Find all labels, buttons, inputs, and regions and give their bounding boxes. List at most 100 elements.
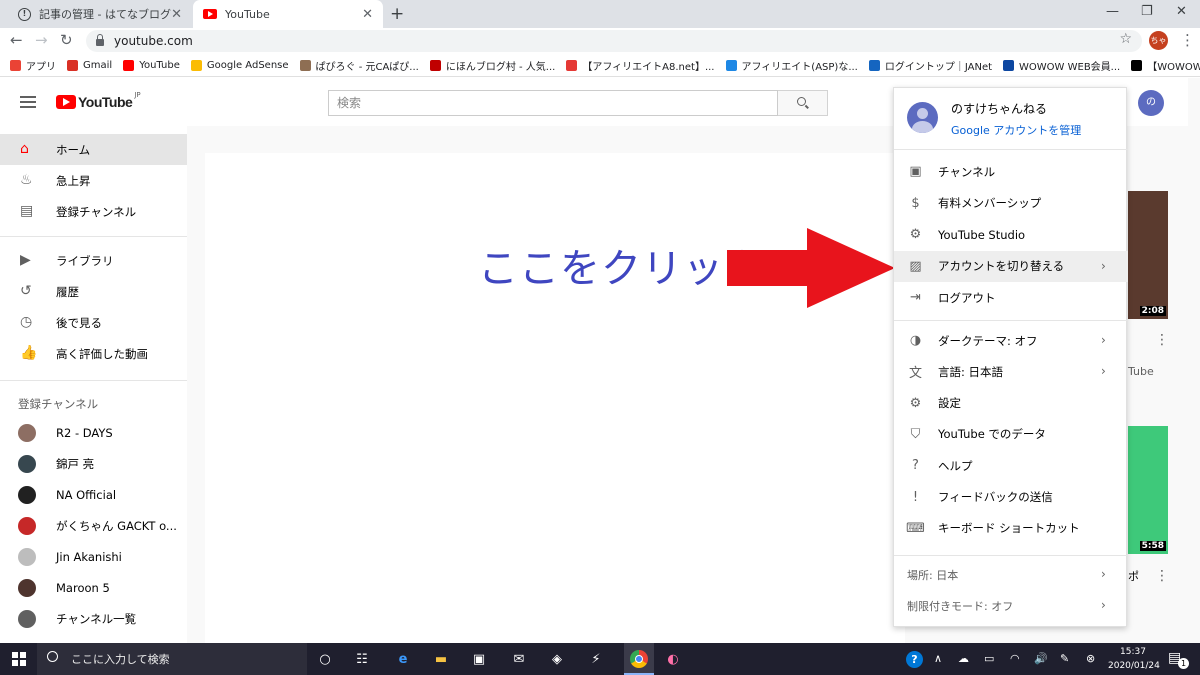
bookmark-label: YouTube [139, 60, 180, 71]
new-tab-icon[interactable]: + [390, 4, 404, 24]
sidebar-item[interactable]: 錦戸 亮 [0, 448, 187, 479]
forward-icon[interactable]: → [35, 31, 48, 49]
bookmark-item[interactable]: にほんブログ村 - 人気... [429, 58, 555, 73]
volume-icon[interactable]: 🔊 [1034, 652, 1048, 665]
video-thumbnail[interactable]: 2:08 [1128, 191, 1168, 319]
pen-icon[interactable]: ✎ [1060, 652, 1069, 665]
windows-start-icon[interactable] [10, 650, 28, 668]
search-icon [47, 651, 58, 662]
bookmark-item[interactable]: アプリ [10, 58, 56, 73]
sidebar-item[interactable]: R2 - DAYS [0, 417, 187, 448]
taskbar-search-input[interactable]: ここに入力して検索 [37, 643, 307, 675]
sidebar-item[interactable]: ▤ 登録チャンネル [0, 196, 187, 227]
edge-icon[interactable]: e [394, 650, 412, 668]
video-channel-fragment: Tube [1128, 365, 1154, 378]
dropbox-icon[interactable]: ◈ [548, 650, 566, 668]
bookmarks-bar: アプリ Gmail YouTube Google AdSense ぱぴろぐ - 元CAぱ… [0, 55, 1200, 77]
menu-item[interactable]: ! フィードバックの送信 [894, 482, 1128, 513]
menu-item[interactable]: ⚙ YouTube Studio [894, 219, 1128, 250]
battery-icon[interactable]: ▭ [984, 652, 994, 665]
bookmark-item[interactable]: ぱぴろぐ - 元CAぱぴ... [299, 58, 419, 73]
close-window-icon[interactable]: ✕ [1176, 4, 1187, 19]
info-icon: ! [18, 7, 31, 21]
sidebar-item-label: ホーム [56, 142, 91, 157]
sidebar-item[interactable]: チャンネル一覧 [0, 603, 187, 634]
maximize-icon[interactable]: ❐ [1141, 4, 1153, 19]
video-thumbnail[interactable]: 5:58 [1128, 426, 1168, 554]
tab-hatena[interactable]: ! 記事の管理 - はてなブログ ✕ [8, 0, 192, 28]
menu-item[interactable]: ? ヘルプ [894, 450, 1128, 481]
flame-icon: ♨ [20, 172, 33, 188]
sidebar-item[interactable]: NA Official [0, 479, 187, 510]
sidebar-item[interactable]: Jin Akanishi [0, 541, 187, 572]
more-options-icon[interactable]: ⋮ [1155, 568, 1169, 584]
close-tab-icon[interactable]: ✕ [362, 7, 373, 22]
logo-text: YouTube [78, 94, 133, 110]
store-icon[interactable]: ▣ [470, 650, 488, 668]
menu-item-label: 場所: 日本 [907, 568, 959, 582]
logout-icon: ⇥ [910, 290, 921, 305]
tab-youtube[interactable]: YouTube ✕ [193, 0, 383, 28]
bookmark-item[interactable]: 【アフィリエイトA8.net】... [566, 58, 715, 73]
search-input[interactable]: 検索 [328, 90, 778, 116]
bookmark-item[interactable]: アフィリエイト(ASP)な... [725, 58, 858, 73]
bookmark-label: 【アフィリエイトA8.net】... [582, 62, 715, 73]
sidebar-item[interactable]: ♨ 急上昇 [0, 165, 187, 196]
timeline-icon[interactable]: ☷ [353, 650, 371, 668]
bookmark-star-icon[interactable]: ☆ [1119, 31, 1132, 47]
bookmark-item[interactable]: Google AdSense [190, 60, 289, 71]
settings-icon: ⚙ [909, 395, 922, 411]
menu-item[interactable]: 文 言語: 日本語 › [894, 356, 1128, 387]
back-icon[interactable]: ← [10, 31, 23, 49]
sidebar-item[interactable]: ◷ 後で見る [0, 307, 187, 338]
sidebar-item[interactable]: ↺ 履歴 [0, 276, 187, 307]
chrome-profile-avatar[interactable]: ちゃ [1149, 31, 1168, 50]
onedrive-icon[interactable]: ☁ [958, 652, 969, 665]
menu-item-label: YouTube でのデータ [938, 427, 1046, 442]
close-tab-icon[interactable]: ✕ [171, 7, 182, 22]
close-circle-icon[interactable]: ⊗ [1086, 652, 1095, 665]
lightning-app-icon[interactable]: ⚡ [587, 650, 605, 668]
sidebar-item[interactable]: Maroon 5 [0, 572, 187, 603]
menu-item[interactable]: 場所: 日本 › [894, 559, 1128, 590]
hamburger-menu-icon[interactable] [20, 96, 36, 108]
system-clock[interactable]: 15:37 2020/01/24 [1108, 645, 1160, 673]
menu-item[interactable]: ⇥ ログアウト [894, 282, 1128, 313]
menu-item[interactable]: ⛉ YouTube でのデータ [894, 419, 1128, 450]
avatar[interactable]: の [1138, 90, 1164, 116]
sidebar-item-label: 履歴 [56, 284, 79, 299]
sidebar-item[interactable]: ▶ ライブラリ [0, 245, 187, 276]
search-button[interactable] [778, 90, 828, 116]
bookmark-item[interactable]: WOWOW WEB会員... [1003, 58, 1120, 73]
reload-icon[interactable]: ↻ [60, 31, 73, 49]
menu-item[interactable]: ▨ アカウントを切り替える › [894, 250, 1128, 282]
menu-item[interactable]: 制限付きモード: オフ › [894, 590, 1128, 621]
bookmark-item[interactable]: 【WOWOWメンバーズ... [1131, 58, 1200, 73]
clock-icon: ◷ [20, 314, 33, 330]
file-explorer-icon[interactable]: ▬ [432, 650, 450, 668]
task-view-icon[interactable]: ○ [316, 650, 334, 668]
chrome-menu-icon[interactable]: ⋮ [1180, 31, 1195, 49]
help-tray-icon[interactable]: ? [906, 651, 923, 668]
menu-item[interactable]: ⚙ 設定 [894, 388, 1128, 419]
minimize-icon[interactable]: — [1106, 4, 1119, 19]
menu-item[interactable]: ▣ チャンネル [894, 156, 1128, 187]
menu-item[interactable]: ⌨ キーボード ショートカット [894, 513, 1128, 544]
bookmark-item[interactable]: Gmail [67, 60, 112, 71]
menu-item[interactable]: ◑ ダークテーマ: オフ › [894, 325, 1128, 356]
menu-item[interactable]: $ 有料メンバーシップ [894, 188, 1128, 219]
address-bar[interactable]: youtube.com ☆ [86, 30, 1142, 52]
youtube-logo[interactable]: YouTube JP [56, 91, 141, 110]
tray-chevron-icon[interactable]: ∧ [934, 652, 942, 665]
sidebar-item[interactable]: 👍 高く評価した動画 [0, 338, 187, 369]
mail-icon[interactable]: ✉ [510, 650, 528, 668]
bookmark-item[interactable]: YouTube [123, 60, 180, 71]
manage-account-link[interactable]: Google アカウントを管理 [951, 122, 1081, 138]
chrome-taskbar-active[interactable] [624, 643, 654, 675]
sidebar-item[interactable]: ⌂ ホーム [0, 134, 187, 165]
more-options-icon[interactable]: ⋮ [1155, 332, 1169, 348]
sidebar-item[interactable]: がくちゃん GACKT o... [0, 510, 187, 541]
bookmark-item[interactable]: ログイントップ｜JANet [868, 58, 992, 73]
paint-app-icon[interactable]: ◐ [664, 650, 682, 668]
wifi-icon[interactable]: ◠ [1010, 652, 1020, 665]
